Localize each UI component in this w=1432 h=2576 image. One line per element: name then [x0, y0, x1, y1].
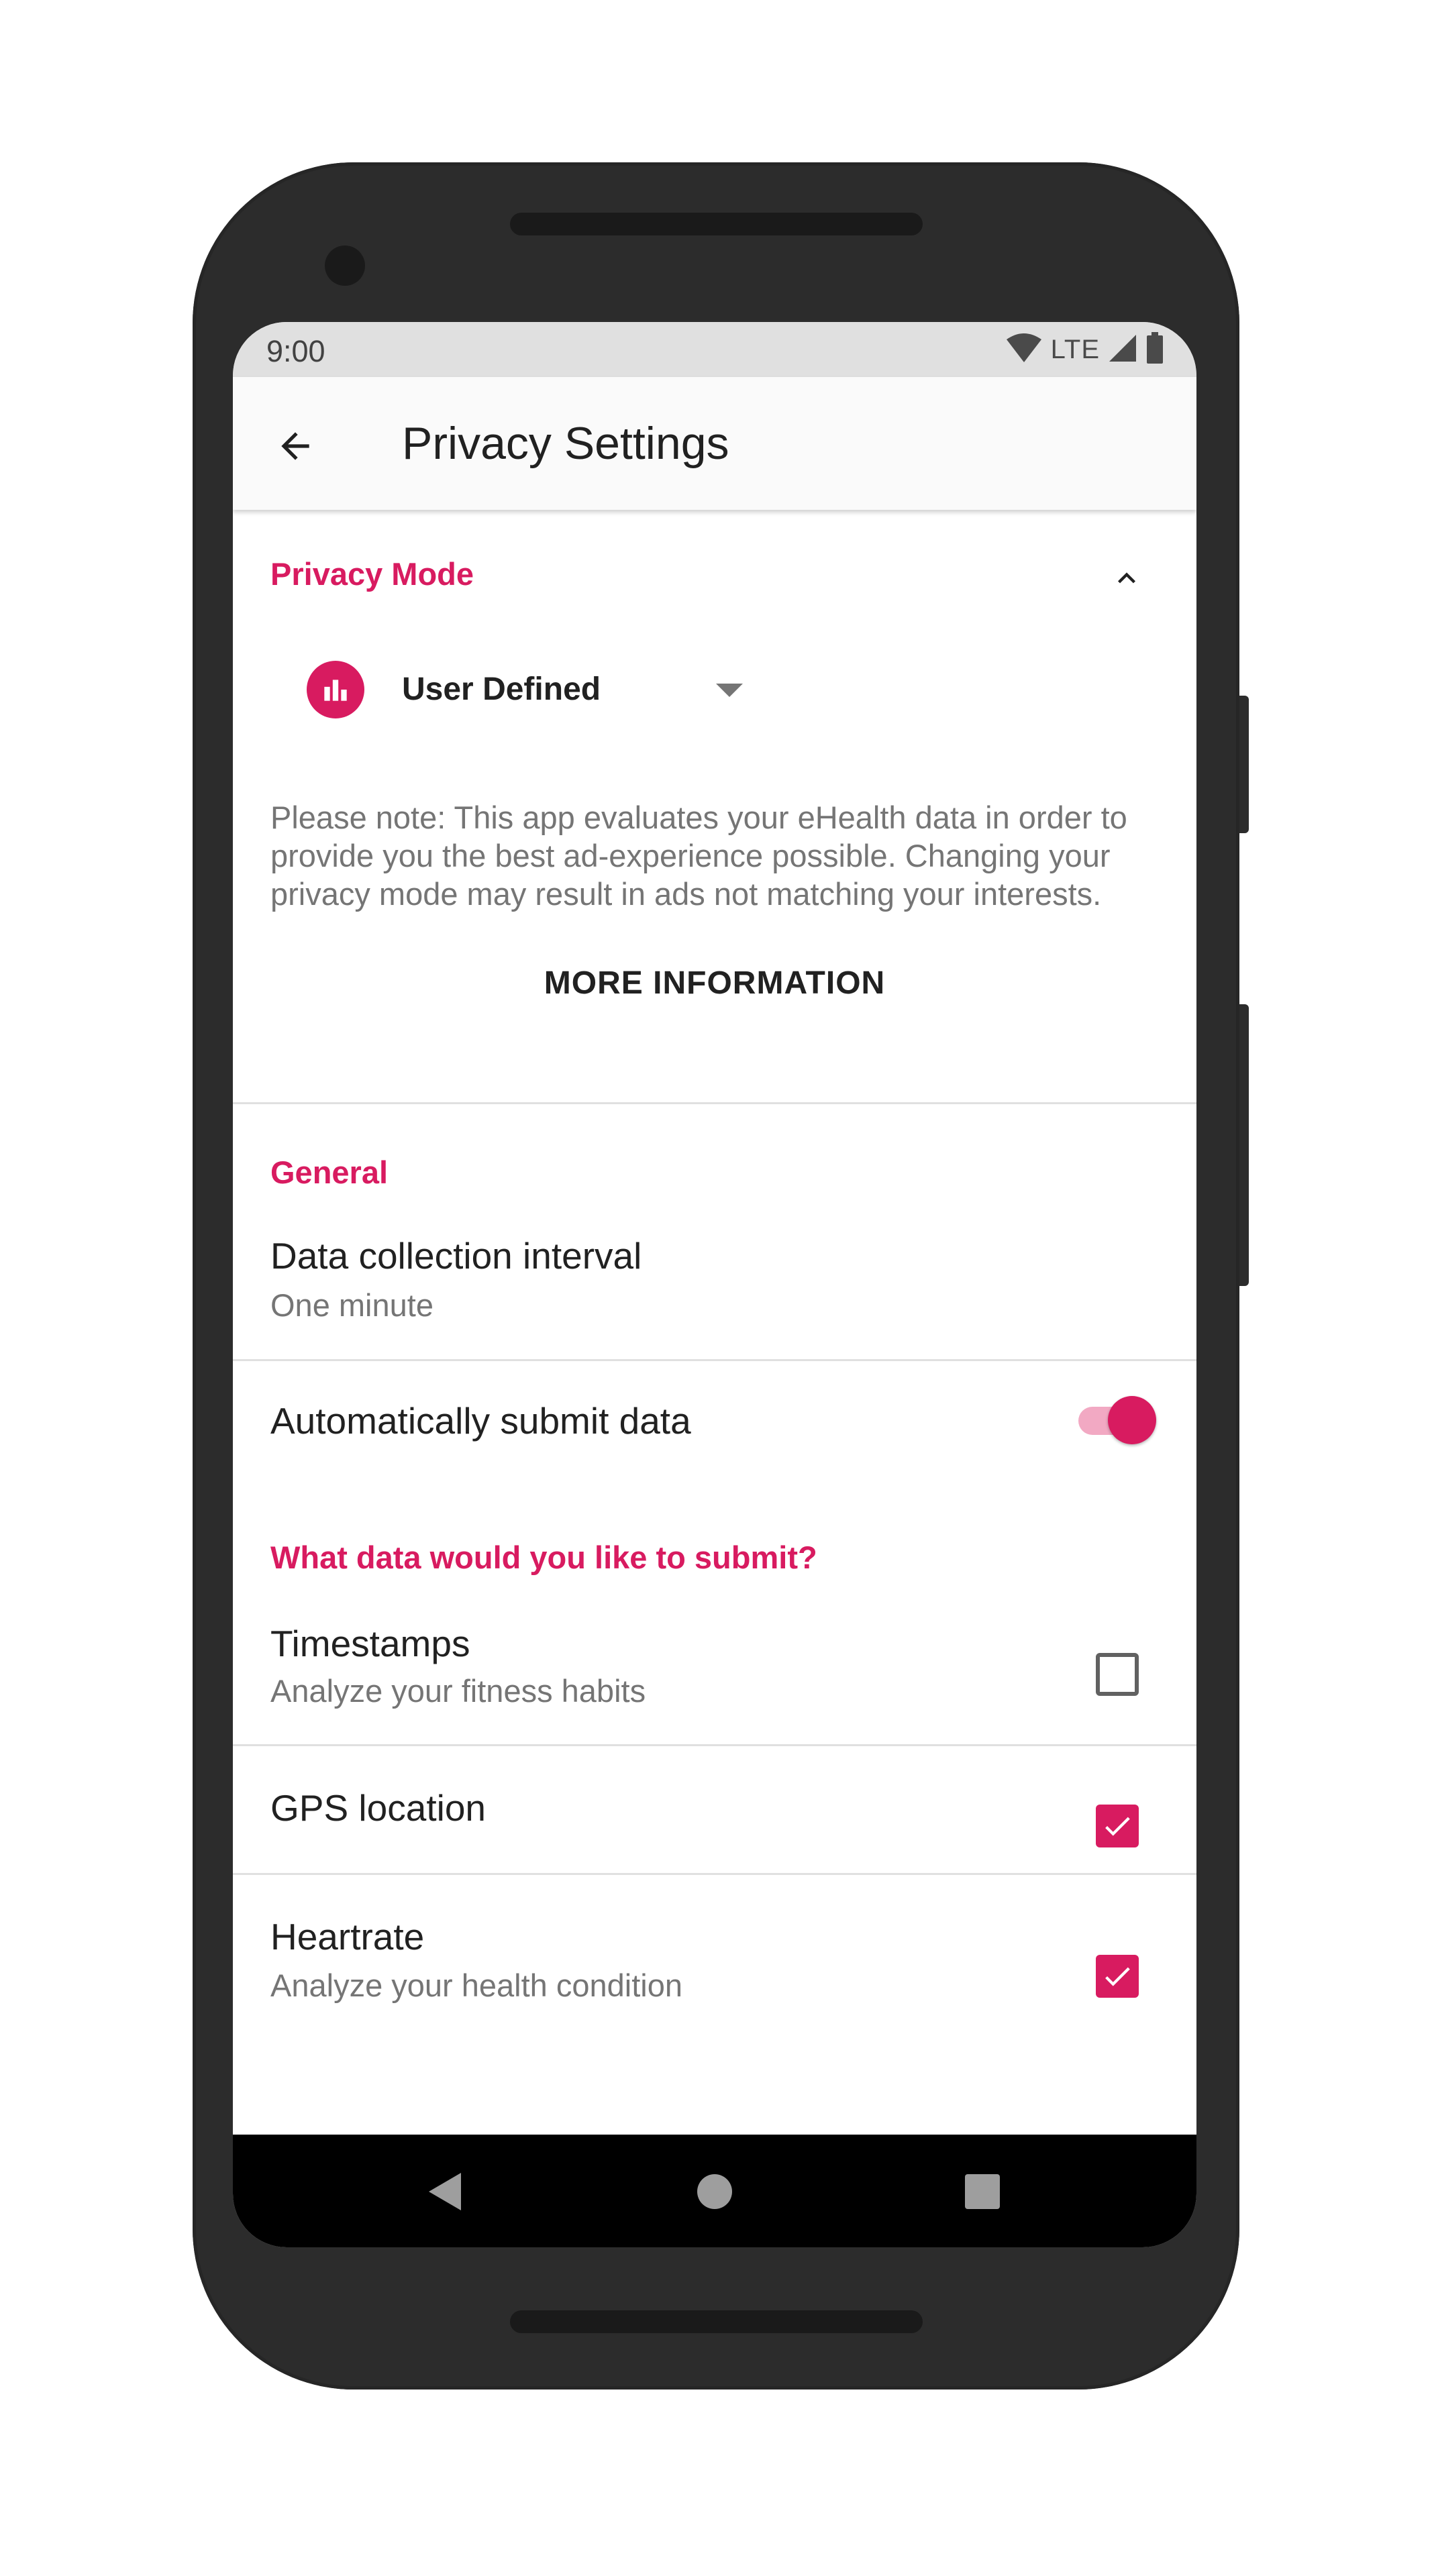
divider [233, 1359, 1196, 1361]
privacy-note: Please note: This app evaluates your eHe… [270, 800, 1127, 912]
heartrate-title: Heartrate [270, 1916, 425, 1957]
divider [233, 1744, 1196, 1746]
nav-home-icon[interactable] [691, 2168, 738, 2215]
gps-location-title: GPS location [270, 1787, 487, 1829]
cell-signal-icon [1108, 333, 1137, 366]
timestamps-subtitle: Analyze your fitness habits [270, 1673, 646, 1709]
timestamps-checkbox[interactable] [1096, 1653, 1139, 1696]
data-collection-interval-value: One minute [270, 1287, 433, 1323]
bar-chart-icon [307, 661, 364, 718]
gps-location-checkbox[interactable] [1096, 1805, 1139, 1847]
network-type: LTE [1050, 334, 1100, 364]
page-title: Privacy Settings [402, 418, 729, 469]
heartrate-subtitle: Analyze your health condition [270, 1968, 683, 2003]
battery-icon [1145, 331, 1164, 368]
status-time: 9:00 [266, 334, 325, 368]
submit-data-section-title: What data would you like to submit? [270, 1540, 817, 1575]
general-section-title: General [270, 1155, 389, 1190]
arrow-left-icon[interactable] [272, 423, 319, 470]
status-icons: LTE [1005, 331, 1164, 368]
side-button-power [1239, 696, 1249, 833]
dropdown-arrow-icon[interactable] [703, 671, 756, 711]
screen: 9:00 LTE Privacy Settings Privacy Mode U… [233, 322, 1196, 2247]
wifi-icon [1005, 333, 1043, 367]
nav-back-icon[interactable] [421, 2168, 468, 2215]
side-button-volume [1239, 1004, 1249, 1286]
more-information-button[interactable]: MORE INFORMATION [233, 965, 1196, 1002]
toggle-thumb [1108, 1396, 1156, 1444]
data-collection-interval-title[interactable]: Data collection interval [270, 1234, 642, 1277]
navigation-bar [233, 2135, 1196, 2247]
chevron-up-icon[interactable] [1107, 558, 1147, 598]
top-speaker [510, 213, 923, 235]
status-bar: 9:00 LTE [233, 322, 1196, 377]
divider [233, 1102, 1196, 1104]
phone-frame: 9:00 LTE Privacy Settings Privacy Mode U… [193, 162, 1249, 2390]
check-icon [1105, 1817, 1130, 1836]
privacy-mode-section-title: Privacy Mode [270, 556, 474, 592]
bottom-speaker [510, 2310, 923, 2333]
timestamps-title: Timestamps [270, 1623, 470, 1664]
auto-submit-toggle[interactable] [1072, 1393, 1159, 1447]
divider [233, 1873, 1196, 1875]
front-camera [325, 246, 365, 286]
privacy-mode-selector[interactable]: User Defined [402, 671, 601, 708]
auto-submit-label: Automatically submit data [270, 1400, 691, 1442]
settings-content: Privacy Mode User Defined Please note: T… [233, 510, 1196, 2135]
nav-recents-icon[interactable] [959, 2168, 1006, 2215]
heartrate-checkbox[interactable] [1096, 1955, 1139, 1998]
check-icon [1105, 1967, 1130, 1986]
app-bar: Privacy Settings [233, 377, 1196, 510]
